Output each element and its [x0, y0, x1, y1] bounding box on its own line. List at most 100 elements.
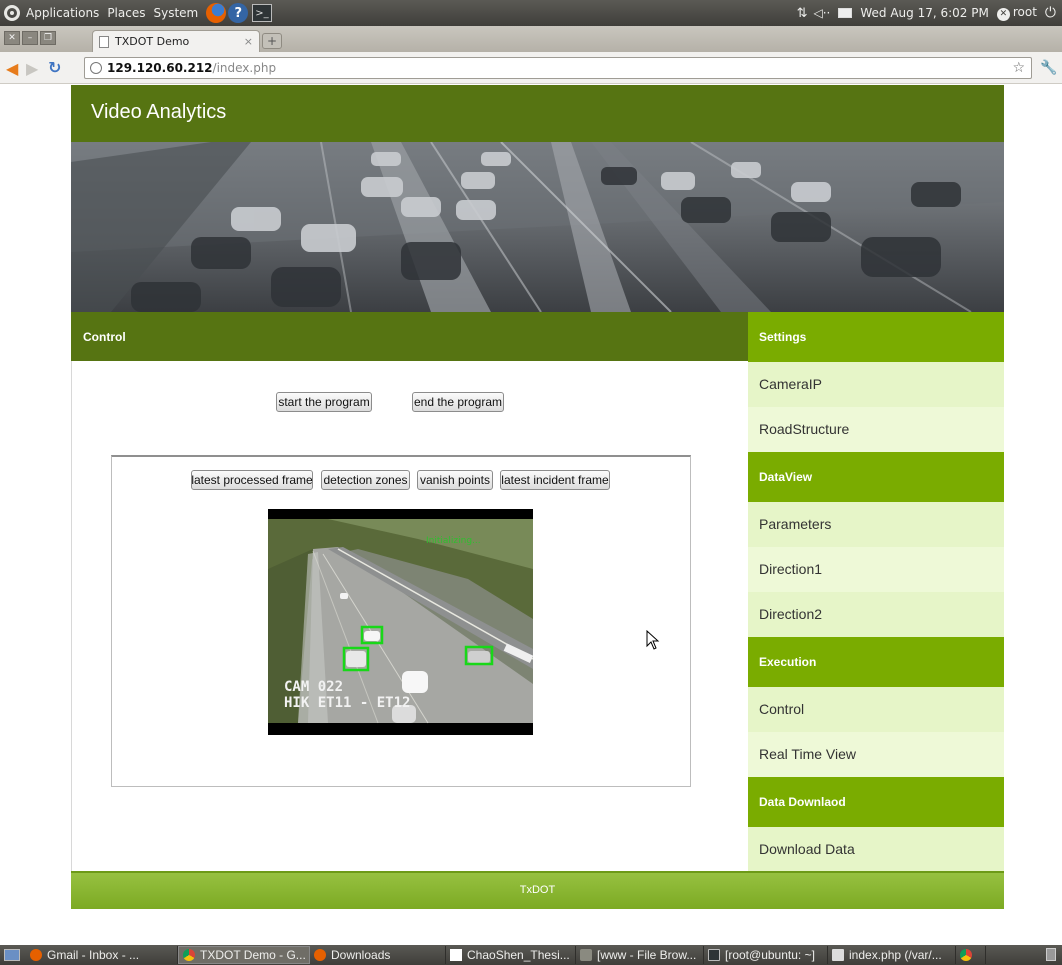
taskbar-item-label: Gmail - Inbox - ... [47, 948, 140, 962]
panel-menus: Applications Places System ? >_ [0, 3, 273, 23]
wrench-menu-icon[interactable]: 🔧 [1040, 60, 1057, 76]
sidebar-item-download-data[interactable]: Download Data [748, 827, 1004, 872]
taskbar-item-chrome[interactable] [956, 946, 986, 964]
web-page: Video Analytics Control start the progra… [0, 85, 1062, 945]
new-tab-button[interactable]: + [262, 33, 282, 49]
sidebar-heading-execution: Execution [748, 637, 1004, 687]
clock[interactable]: Wed Aug 17, 6:02 PM [860, 6, 988, 20]
power-icon[interactable]: ⏻ [1045, 5, 1056, 21]
camera-id-text: CAM 022 [284, 679, 343, 695]
top-panel: Applications Places System ? >_ ⇅ ◁·· We… [0, 0, 1062, 26]
bottom-taskbar: Gmail - Inbox - ... TXDOT Demo - G... Do… [0, 945, 1062, 965]
taskbar-item-label: [root@ubuntu: ~] [725, 948, 815, 962]
footer-divider [71, 871, 1004, 873]
taskbar-item-label: TXDOT Demo - G... [200, 948, 306, 962]
mail-icon[interactable] [838, 8, 853, 18]
forward-arrow-icon[interactable]: ▶ [26, 59, 38, 78]
volume-icon[interactable]: ◁·· [814, 6, 831, 20]
site-container: Video Analytics Control start the progra… [71, 85, 1004, 909]
browser-tabbar: ✕ – ❐ TXDOT Demo × + [0, 26, 1062, 52]
minimize-window-icon[interactable]: – [22, 31, 38, 45]
places-menu[interactable]: Places [103, 6, 149, 20]
camera-location-text: HIK ET11 - ET12 [284, 695, 410, 711]
browser-navbar: ◀ ▶ ↻ 129.120.60.212/index.php ☆ 🔧 [0, 52, 1062, 84]
network-icon[interactable]: ⇅ [797, 6, 808, 21]
address-bar[interactable]: 129.120.60.212/index.php ☆ [84, 57, 1032, 79]
back-arrow-icon[interactable]: ◀ [6, 59, 18, 78]
control-heading: Control [71, 312, 748, 361]
camera-frame-svg: Initializing... CAM 022 HIK ET11 - ET12 [268, 509, 533, 735]
document-icon [450, 949, 462, 961]
taskbar-item-file-browser[interactable]: [www - File Brow... [576, 946, 704, 964]
taskbar-item-label: index.php (/var/... [849, 948, 942, 962]
help-launcher-icon[interactable]: ? [228, 3, 249, 23]
camera-frame: Initializing... CAM 022 HIK ET11 - ET12 [268, 509, 533, 735]
show-desktop-icon[interactable] [4, 949, 20, 961]
firefox-icon [314, 949, 326, 961]
taskbar-item-downloads[interactable]: Downloads [310, 946, 446, 964]
applications-menu[interactable]: Applications [22, 6, 103, 20]
video-status-text: Initializing... [426, 536, 481, 546]
latest-processed-frame-button[interactable]: latest processed frame [191, 470, 313, 490]
latest-incident-frame-button[interactable]: latest incident frame [500, 470, 610, 490]
taskbar-item-txdot-demo[interactable]: TXDOT Demo - G... [178, 946, 310, 964]
sidebar-item-real-time-view[interactable]: Real Time View [748, 732, 1004, 777]
taskbar-item-label: ChaoShen_Thesi... [467, 948, 570, 962]
desktop-screen: Applications Places System ? >_ ⇅ ◁·· We… [0, 0, 1062, 965]
url-path: /index.php [212, 61, 277, 75]
user-icon: ✕ [996, 7, 1010, 21]
trash-icon[interactable] [1046, 948, 1056, 961]
window-controls: ✕ – ❐ [4, 31, 56, 45]
mouse-cursor-icon [646, 630, 660, 650]
highway-banner-svg [71, 142, 1004, 312]
terminal-icon [708, 949, 720, 961]
firefox-launcher-icon[interactable] [206, 3, 227, 23]
user-name: root [1012, 5, 1037, 20]
taskbar-item-terminal[interactable]: [root@ubuntu: ~] [704, 946, 828, 964]
chrome-icon [183, 949, 195, 961]
terminal-launcher-icon[interactable]: >_ [252, 4, 273, 22]
restore-window-icon[interactable]: ❐ [40, 31, 56, 45]
taskbar-item-thesis[interactable]: ChaoShen_Thesi... [446, 946, 576, 964]
reload-icon[interactable]: ↻ [48, 58, 61, 77]
start-program-button[interactable]: start the program [276, 392, 372, 412]
folder-icon [580, 949, 592, 961]
site-header: Video Analytics [71, 85, 1004, 142]
sidebar-heading-dataview: DataView [748, 452, 1004, 502]
page-icon [99, 35, 109, 48]
sidebar-item-direction2[interactable]: Direction2 [748, 592, 1004, 637]
chrome-icon [960, 949, 972, 961]
tab-close-icon[interactable]: × [244, 35, 253, 48]
detection-zones-button[interactable]: detection zones [321, 470, 410, 490]
tab-txdot-demo[interactable]: TXDOT Demo × [92, 30, 260, 52]
highway-banner-image [71, 142, 1004, 312]
firefox-icon [30, 949, 42, 961]
vanish-points-button[interactable]: vanish points [417, 470, 493, 490]
text-editor-icon [832, 949, 844, 961]
close-window-icon[interactable]: ✕ [4, 31, 20, 45]
taskbar-item-label: [www - File Brow... [597, 948, 697, 962]
panel-indicators: ⇅ ◁·· Wed Aug 17, 6:02 PM ✕ root ⏻ [797, 0, 1056, 26]
control-content: start the program end the program latest… [71, 361, 748, 871]
bookmark-star-icon[interactable]: ☆ [1012, 60, 1025, 76]
sidebar-heading-settings: Settings [748, 312, 1004, 362]
sidebar-item-direction1[interactable]: Direction1 [748, 547, 1004, 592]
end-program-button[interactable]: end the program [412, 392, 504, 412]
user-menu[interactable]: ✕ root [996, 5, 1037, 21]
sidebar-item-parameters[interactable]: Parameters [748, 502, 1004, 547]
sidebar-item-roadstructure[interactable]: RoadStructure [748, 407, 1004, 452]
sidebar-item-control[interactable]: Control [748, 687, 1004, 732]
site-title: Video Analytics [91, 101, 227, 123]
taskbar-item-gmail[interactable]: Gmail - Inbox - ... [26, 946, 178, 964]
taskbar-item-label: Downloads [331, 948, 391, 962]
ubuntu-logo-icon[interactable] [4, 5, 20, 21]
globe-icon [90, 62, 102, 74]
sidebar-item-cameraip[interactable]: CameraIP [748, 362, 1004, 407]
url-host: 129.120.60.212 [107, 61, 213, 75]
sidebar-heading-data-download: Data Downlaod [748, 777, 1004, 827]
tab-title: TXDOT Demo [115, 35, 190, 48]
sidebar-nav: Settings CameraIP RoadStructure DataView… [748, 312, 1004, 873]
system-menu[interactable]: System [149, 6, 202, 20]
frame-viewer-panel: latest processed frame detection zones v… [111, 455, 691, 787]
taskbar-item-text-editor[interactable]: index.php (/var/... [828, 946, 956, 964]
